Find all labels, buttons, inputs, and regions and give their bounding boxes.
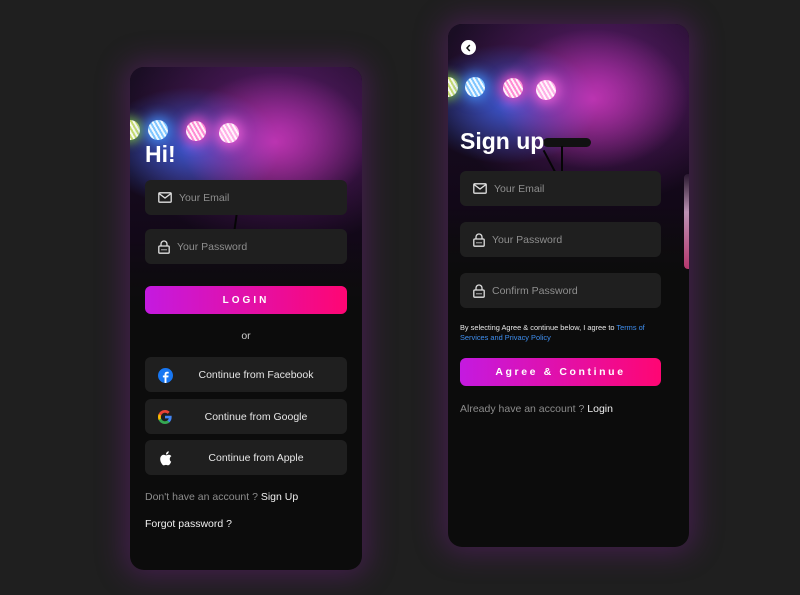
signup-screen: Sign up By selecting Agree & continue be… [448, 24, 689, 547]
continue-google-label: Continue from Google [204, 410, 308, 423]
password-field[interactable] [145, 229, 347, 264]
page-title: Sign up [460, 128, 545, 154]
continue-apple-button[interactable]: Continue from Apple [145, 440, 347, 475]
lock-icon [473, 283, 485, 298]
apple-icon [157, 450, 173, 466]
microphone [543, 138, 591, 147]
no-account-line: Don't have an account ? Sign Up [145, 491, 298, 503]
have-account-text: Already have an account ? [460, 403, 585, 415]
stage-light [536, 80, 556, 100]
login-link[interactable]: Login [587, 403, 613, 415]
confirm-password-field[interactable] [460, 273, 661, 308]
mail-icon [158, 192, 172, 203]
stage-light [465, 77, 485, 97]
continue-google-button[interactable]: Continue from Google [145, 399, 347, 434]
email-input[interactable] [179, 191, 329, 204]
agree-continue-button[interactable]: Agree & Continue [460, 358, 661, 386]
email-input[interactable] [494, 182, 644, 195]
email-field[interactable] [460, 171, 661, 206]
terms-notice: By selecting Agree & continue below, I a… [460, 323, 672, 343]
continue-facebook-label: Continue from Facebook [198, 368, 314, 381]
terms-text: By selecting Agree & continue below, I a… [460, 323, 615, 332]
stage-light [503, 78, 523, 98]
stage-light [448, 77, 458, 97]
email-field[interactable] [145, 180, 347, 215]
sign-up-link[interactable]: Sign Up [261, 491, 298, 503]
lock-icon [473, 232, 485, 247]
stage-light [130, 120, 140, 140]
login-button[interactable]: LOGIN [145, 286, 347, 314]
lock-icon [158, 239, 170, 254]
confirm-password-input[interactable] [492, 284, 642, 297]
no-account-text: Don't have an account ? [145, 491, 258, 503]
page-title: Hi! [145, 141, 176, 167]
have-account-line: Already have an account ? Login [460, 403, 613, 415]
continue-apple-label: Continue from Apple [208, 451, 304, 464]
password-field[interactable] [460, 222, 661, 257]
stage-light [186, 121, 206, 141]
continue-facebook-button[interactable]: Continue from Facebook [145, 357, 347, 392]
stage-light [148, 120, 168, 140]
back-button[interactable] [461, 40, 476, 55]
chevron-left-icon [465, 43, 471, 52]
password-input[interactable] [177, 240, 327, 253]
mail-icon [473, 183, 487, 194]
password-input[interactable] [492, 233, 642, 246]
google-icon [157, 409, 173, 425]
facebook-icon [157, 367, 173, 383]
performer-silhouette [684, 174, 689, 269]
login-screen: Hi! LOGIN or Continue from Facebook [130, 67, 362, 570]
or-divider-text: or [241, 330, 251, 342]
forgot-password-link[interactable]: Forgot password ? [145, 518, 232, 530]
stage-light [219, 123, 239, 143]
